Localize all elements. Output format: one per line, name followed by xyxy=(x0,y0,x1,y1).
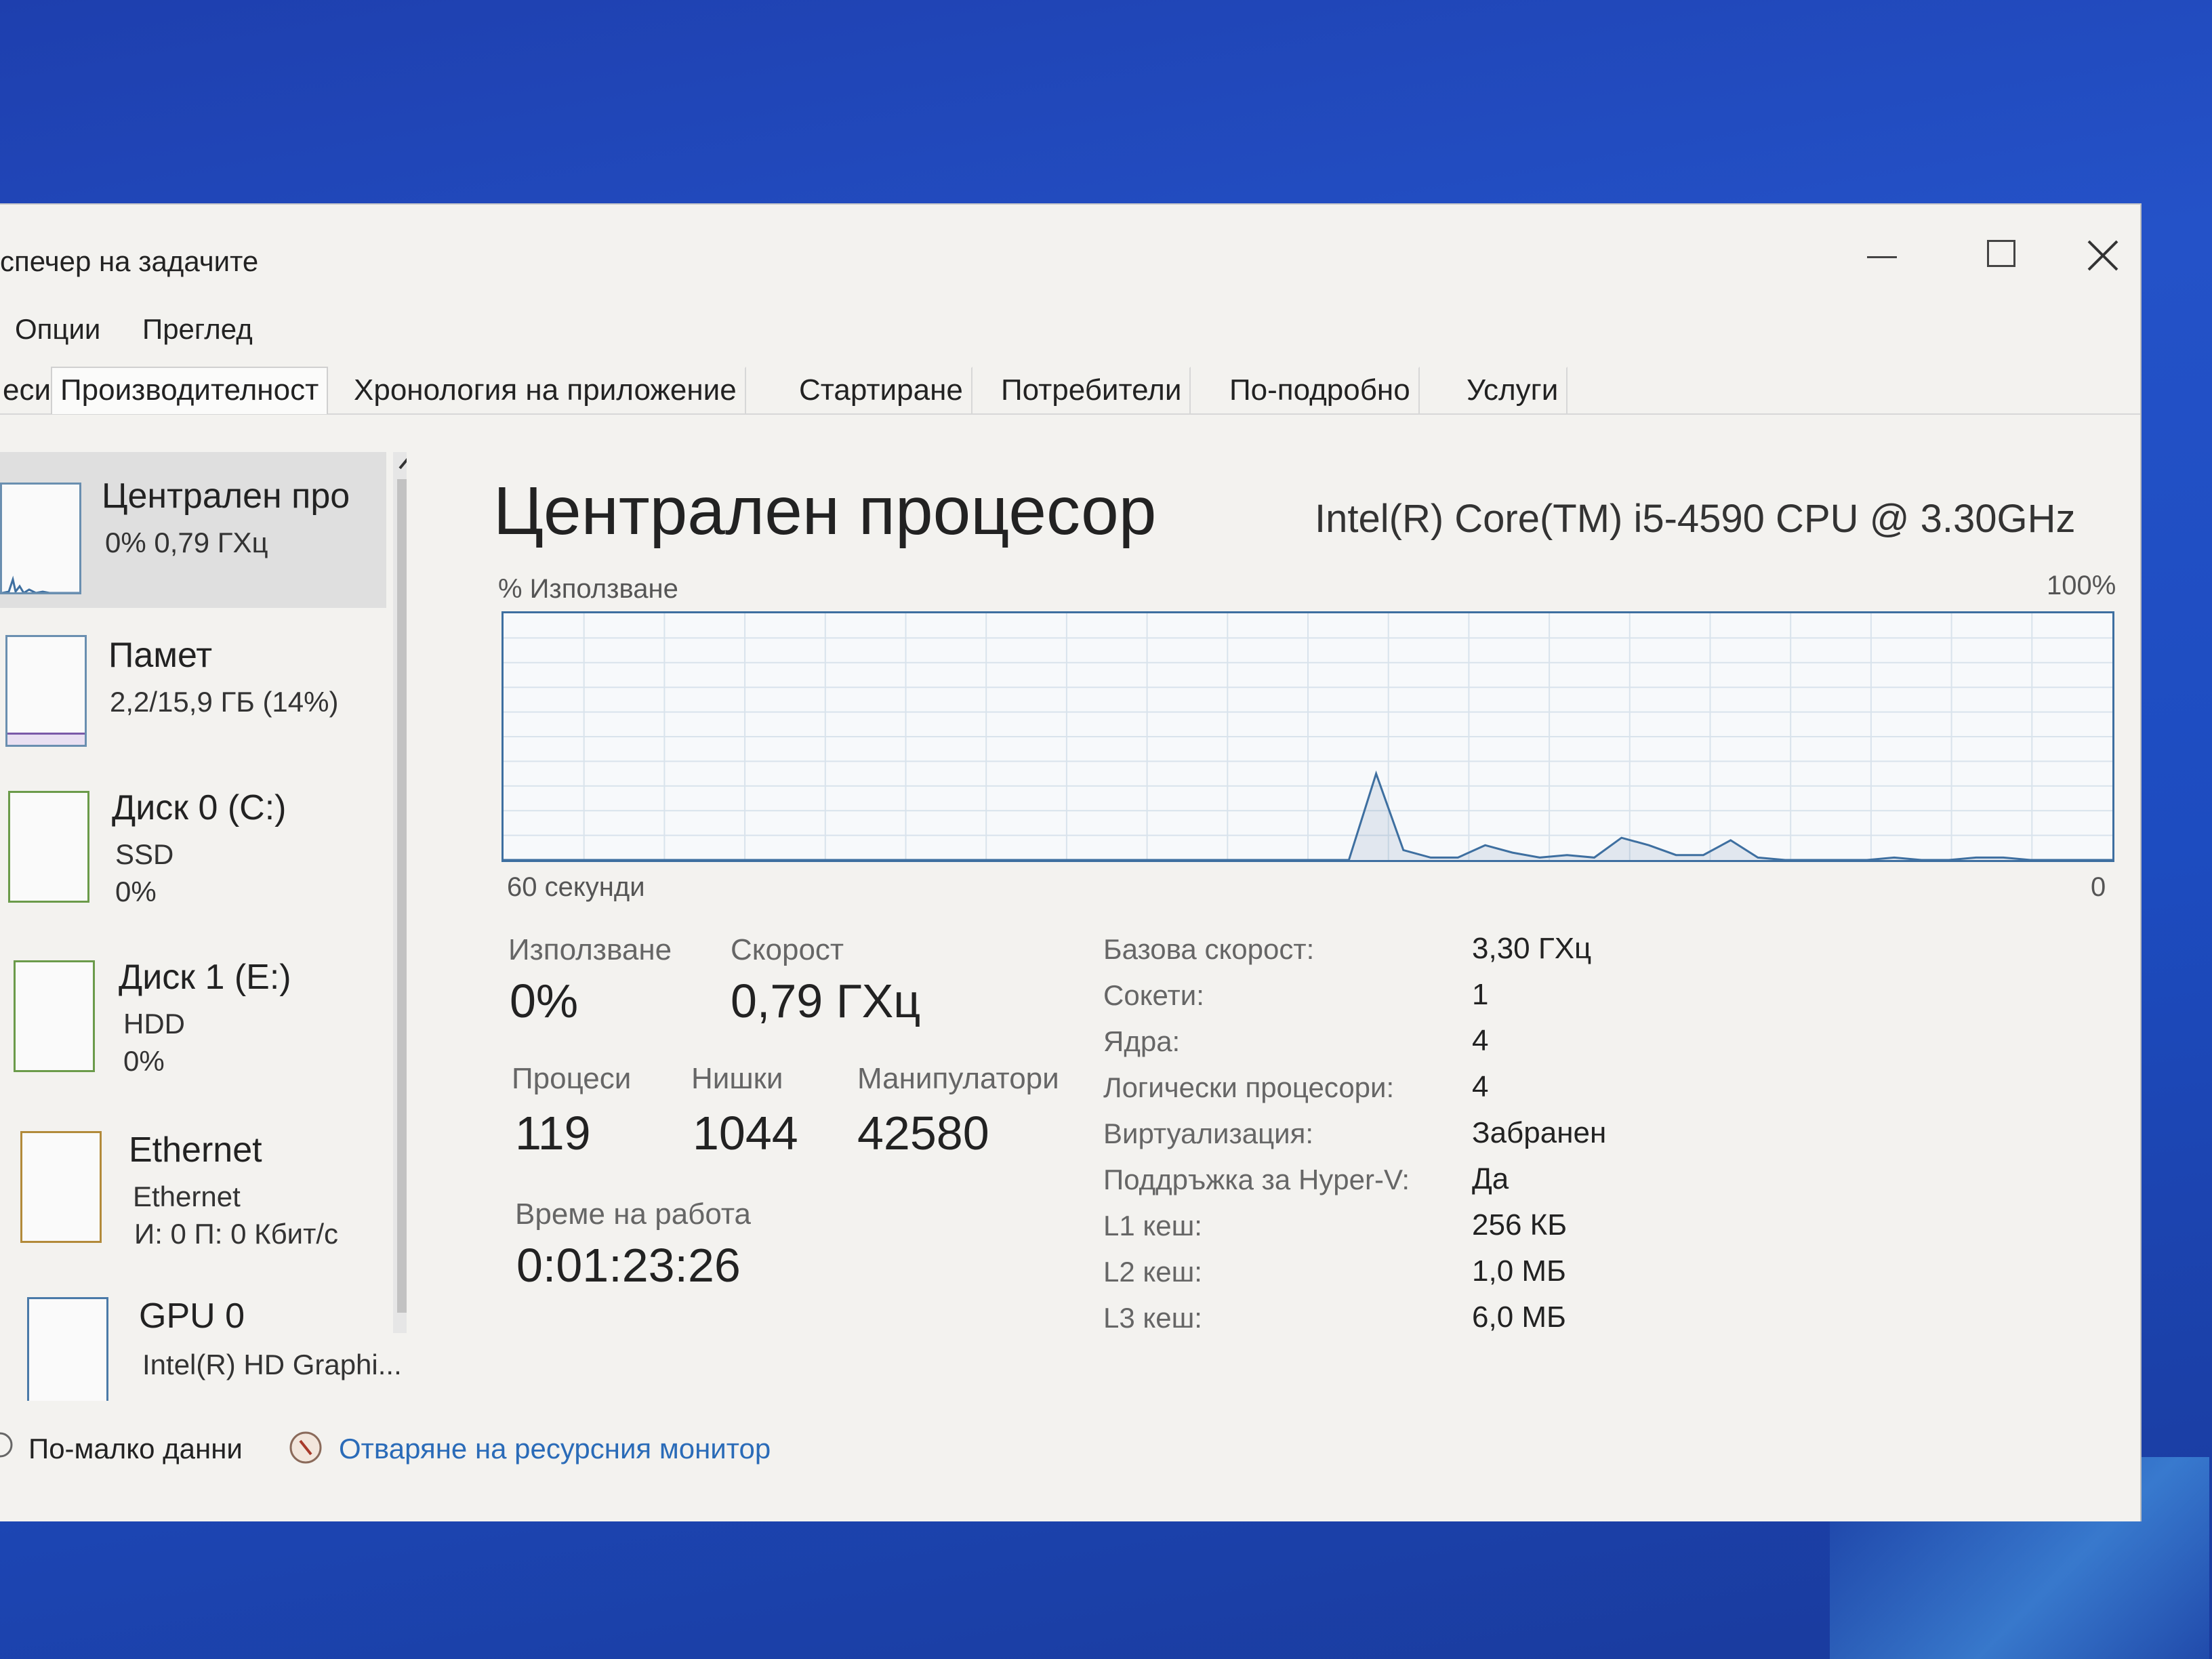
processes-value: 119 xyxy=(515,1107,591,1160)
threads-label: Нишки xyxy=(691,1062,783,1095)
uptime-label: Време на работа xyxy=(515,1197,752,1231)
speed-label: Скорост xyxy=(731,933,844,966)
spec-logical-processors-label: Логически процесори: xyxy=(1103,1071,1395,1103)
spec-sockets-label: Сокети: xyxy=(1103,979,1204,1011)
resource-monitor-icon xyxy=(289,1431,322,1464)
sidebar-item-disk1[interactable]: Диск 1 (E:) HDD 0% xyxy=(0,940,386,1096)
footer: По-малко данни Отваряне на ресурсния мон… xyxy=(0,1418,2140,1486)
sidebar-item-gpu[interactable]: GPU 0 Intel(R) HD Graphi... xyxy=(0,1275,402,1401)
menu-options[interactable]: Опции xyxy=(15,313,100,346)
tab-details[interactable]: По-подробно xyxy=(1220,367,1420,414)
sidebar-item-title: GPU 0 xyxy=(139,1296,245,1336)
sidebar-item-sub: Intel(R) HD Graphi... xyxy=(142,1349,402,1380)
processes-label: Процеси xyxy=(512,1062,632,1095)
spec-l3-cache-value: 6,0 МБ xyxy=(1472,1300,1566,1334)
cpu-thumbnail xyxy=(0,483,81,594)
spec-l1-cache-value: 256 КБ xyxy=(1472,1208,1568,1242)
graph-y-max-label: 100% xyxy=(2047,571,2116,600)
sidebar-item-disk0[interactable]: Диск 0 (C:) SSD 0% xyxy=(0,771,386,926)
minimize-button[interactable] xyxy=(1830,225,1931,286)
sidebar-item-cpu[interactable]: Централен про 0% 0,79 ГХц xyxy=(0,452,386,608)
sidebar-item-title: Диск 1 (E:) xyxy=(119,958,291,997)
sidebar-item-sub2: И: 0 П: 0 Кбит/с xyxy=(134,1218,338,1250)
memory-thumbnail xyxy=(5,635,87,747)
sidebar-item-sub: Ethernet xyxy=(133,1181,241,1212)
graph-x-right-label: 0 xyxy=(2091,872,2106,902)
window-title: спечер на задачите xyxy=(0,245,259,277)
spec-virtualization-value: Забранен xyxy=(1472,1116,1607,1149)
ethernet-thumbnail xyxy=(20,1131,102,1243)
sidebar-item-memory[interactable]: Памет 2,2/15,9 ГБ (14%) xyxy=(0,615,386,771)
sidebar-item-sub2: 0% xyxy=(115,876,157,907)
tab-bar: еси Производителност Хронология на прило… xyxy=(0,357,2140,415)
usage-label: Използване xyxy=(508,933,672,966)
tab-performance[interactable]: Производителност xyxy=(51,367,329,414)
gpu-thumbnail xyxy=(27,1297,108,1401)
sidebar-item-sub: 0% 0,79 ГХц xyxy=(105,527,268,558)
cpu-model-name: Intel(R) Core(TM) i5-4590 CPU @ 3.30GHz xyxy=(1315,497,2076,541)
disk0-thumbnail xyxy=(8,791,89,903)
uptime-value: 0:01:23:26 xyxy=(516,1239,741,1292)
sidebar-item-sub: HDD xyxy=(123,1008,185,1040)
sidebar-item-sub: 2,2/15,9 ГБ (14%) xyxy=(110,686,339,718)
spec-l2-cache-value: 1,0 МБ xyxy=(1472,1254,1566,1288)
usage-value: 0% xyxy=(510,975,579,1027)
spec-base-speed-label: Базова скорост: xyxy=(1103,933,1315,965)
sidebar-item-ethernet[interactable]: Ethernet Ethernet И: 0 П: 0 Кбит/с xyxy=(0,1109,386,1265)
spec-virtualization-label: Виртуализация: xyxy=(1103,1118,1314,1149)
sidebar-item-sub: SSD xyxy=(115,838,174,870)
resource-sidebar: Централен про 0% 0,79 ГХц Памет 2,2/15,9… xyxy=(0,452,407,1401)
title-bar: спечер на задачите xyxy=(0,205,2140,306)
handles-label: Манипулатори xyxy=(857,1062,1059,1095)
spec-l3-cache-label: L3 кеш: xyxy=(1103,1302,1202,1334)
threads-value: 1044 xyxy=(693,1107,798,1160)
tab-app-history[interactable]: Хронология на приложение xyxy=(344,367,746,414)
graph-y-label: % Използване xyxy=(498,574,678,604)
spec-sockets-value: 1 xyxy=(1472,978,1489,1011)
menu-view[interactable]: Преглед xyxy=(142,313,253,346)
maximize-button[interactable] xyxy=(1952,225,2053,286)
menu-bar: Опции Преглед xyxy=(0,306,2140,354)
spec-hyperv-value: Да xyxy=(1472,1162,1509,1195)
close-button[interactable] xyxy=(2074,225,2142,286)
spec-l2-cache-label: L2 кеш: xyxy=(1103,1256,1202,1288)
close-icon xyxy=(2087,240,2118,271)
spec-logical-processors-value: 4 xyxy=(1472,1070,1489,1103)
page-title: Централен процесор xyxy=(493,473,1157,549)
task-manager-window: спечер на задачите Опции Преглед еси Про… xyxy=(0,203,2142,1521)
disk1-thumbnail xyxy=(14,960,95,1072)
scroll-up-icon[interactable] xyxy=(394,452,407,476)
spec-cores-label: Ядра: xyxy=(1103,1025,1181,1057)
sidebar-item-title: Централен про xyxy=(102,476,350,516)
cpu-usage-graph xyxy=(501,611,2114,862)
sidebar-item-title: Памет xyxy=(108,636,213,675)
sidebar-item-sub2: 0% xyxy=(123,1045,165,1077)
scrollbar-thumb[interactable] xyxy=(397,479,407,1313)
cpu-usage-chart xyxy=(504,613,2112,861)
tab-services[interactable]: Услуги xyxy=(1457,367,1568,414)
spec-hyperv-label: Поддръжка за Hyper-V: xyxy=(1103,1164,1410,1195)
tab-users[interactable]: Потребители xyxy=(991,367,1191,414)
chevron-up-circle-icon[interactable] xyxy=(0,1431,14,1458)
spec-base-speed-value: 3,30 ГХц xyxy=(1472,932,1592,965)
fewer-details-link[interactable]: По-малко данни xyxy=(28,1433,243,1465)
maximize-icon xyxy=(1987,240,2015,267)
sidebar-scrollbar[interactable] xyxy=(393,452,407,1333)
tab-startup[interactable]: Стартиране xyxy=(790,367,972,414)
minimize-icon xyxy=(1867,256,1897,258)
open-resource-monitor-link[interactable]: Отваряне на ресурсния монитор xyxy=(339,1433,771,1465)
handles-value: 42580 xyxy=(857,1107,989,1160)
graph-x-left-label: 60 секунди xyxy=(507,872,645,902)
speed-value: 0,79 ГХц xyxy=(731,975,921,1027)
spec-l1-cache-label: L1 кеш: xyxy=(1103,1210,1202,1242)
sidebar-item-title: Диск 0 (C:) xyxy=(112,788,287,827)
sidebar-item-title: Ethernet xyxy=(129,1130,262,1170)
spec-cores-value: 4 xyxy=(1472,1024,1489,1057)
